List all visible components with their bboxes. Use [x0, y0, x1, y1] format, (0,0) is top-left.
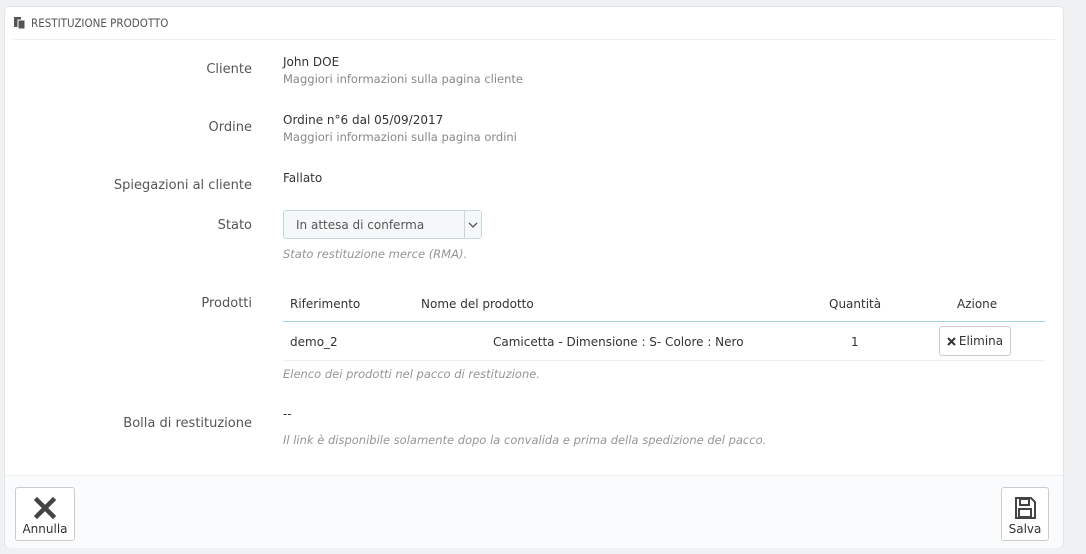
order-label: Ordine — [208, 120, 252, 135]
column-header-name: Nome del prodotto — [421, 297, 534, 311]
delete-button-label: Elimina — [958, 334, 1004, 348]
save-icon — [1013, 496, 1037, 520]
column-header-action: Azione — [957, 297, 998, 311]
delete-product-button[interactable]: Elimina — [939, 326, 1011, 356]
status-help: Stato restituzione merce (RMA). — [283, 247, 468, 261]
products-label: Prodotti — [201, 296, 252, 311]
customer-label: Cliente — [206, 62, 252, 77]
close-icon — [33, 496, 57, 520]
row-product-name: Camicetta - Dimensione : S- Colore : Ner… — [493, 335, 744, 349]
explanation-label: Spiegazioni al cliente — [113, 178, 252, 193]
cancel-button[interactable]: Annulla — [15, 487, 75, 541]
row-reference: demo_2 — [290, 335, 338, 349]
table-header: Riferimento Nome del prodotto Quantità A… — [283, 293, 1045, 322]
status-selected-value: In attesa di conferma — [296, 217, 425, 232]
chevron-down-icon — [464, 211, 481, 238]
table-row: demo_2 Camicetta - Dimensione : S- Color… — [283, 322, 1045, 361]
return-slip-label: Bolla di restituzione — [123, 416, 252, 431]
cancel-label: Annulla — [22, 522, 68, 536]
order-info-link[interactable]: Maggiori informazioni sulla pagina ordin… — [283, 130, 517, 144]
close-icon — [947, 336, 956, 346]
rma-panel: RESTITUZIONE PRODOTTO Cliente John DOE M… — [4, 6, 1064, 548]
status-label: Stato — [217, 218, 252, 233]
copy-icon — [13, 16, 27, 30]
column-header-quantity: Quantità — [829, 297, 882, 311]
products-table: Riferimento Nome del prodotto Quantità A… — [283, 293, 1045, 361]
products-help: Elenco dei prodotti nel pacco di restitu… — [283, 367, 540, 381]
panel-heading: RESTITUZIONE PRODOTTO — [13, 7, 1055, 40]
panel-title: RESTITUZIONE PRODOTTO — [31, 16, 169, 30]
customer-info-link[interactable]: Maggiori informazioni sulla pagina clien… — [283, 72, 523, 86]
column-header-reference: Riferimento — [290, 297, 361, 311]
save-label: Salva — [1008, 522, 1042, 536]
customer-name: John DOE — [283, 55, 340, 69]
return-slip-help: Il link è disponibile solamente dopo la … — [283, 433, 767, 447]
explanation-value: Fallato — [283, 171, 323, 185]
status-select[interactable]: In attesa di conferma — [283, 210, 482, 239]
order-value: Ordine n°6 dal 05/09/2017 — [283, 113, 444, 127]
row-quantity: 1 — [851, 335, 859, 349]
panel-footer: Annulla Salva — [5, 475, 1063, 548]
save-button[interactable]: Salva — [1001, 487, 1049, 541]
return-slip-value: -- — [283, 407, 292, 421]
